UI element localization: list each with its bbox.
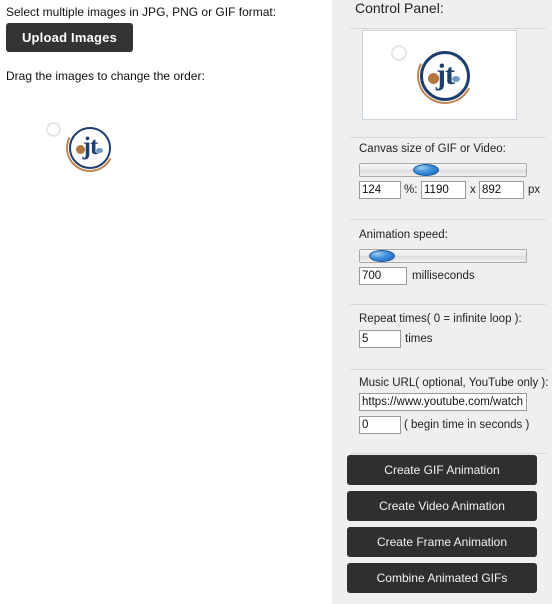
canvas-width-input[interactable] [421, 181, 466, 199]
divider-actions [350, 453, 546, 454]
divider-music [350, 369, 546, 370]
jt-logo-letters: jt [82, 133, 99, 160]
canvas-size-separator-label: x [470, 184, 476, 196]
repeat-times-input[interactable] [359, 330, 401, 348]
upload-images-button[interactable]: Upload Images [6, 23, 133, 52]
upload-instruction-text: Select multiple images in JPG, PNG or GI… [6, 5, 277, 19]
preview-image-box: jt [362, 30, 517, 120]
animation-speed-slider-thumb[interactable] [369, 250, 396, 262]
watermark-ghost-icon [46, 122, 61, 137]
gif-maker-app: Select multiple images in JPG, PNG or GI… [0, 0, 552, 604]
canvas-percent-unit-label: %: [404, 184, 418, 196]
music-url-input[interactable] [359, 393, 527, 411]
canvas-height-input[interactable] [479, 181, 524, 199]
jt-logo-preview-letters: jt [436, 58, 455, 91]
upload-pane: Select multiple images in JPG, PNG or GI… [0, 0, 322, 604]
thumbnail-sort-area[interactable]: jt [6, 96, 316, 596]
create-frame-animation-button[interactable]: Create Frame Animation [347, 527, 537, 557]
create-video-animation-button[interactable]: Create Video Animation [347, 491, 537, 521]
divider-repeat [350, 304, 546, 305]
canvas-px-unit-label: px [528, 184, 541, 196]
canvas-size-slider[interactable] [359, 163, 527, 177]
animation-speed-input[interactable] [359, 267, 407, 285]
music-begin-time-input[interactable] [359, 416, 401, 434]
divider-top [350, 28, 546, 29]
repeat-times-label: Repeat times( 0 = infinite loop ): [359, 313, 522, 325]
thumbnail-list-item[interactable]: jt [30, 110, 126, 186]
repeat-times-unit-label: times [405, 333, 433, 345]
create-gif-animation-button[interactable]: Create GIF Animation [347, 455, 537, 485]
divider-canvas [350, 137, 546, 138]
canvas-size-label: Canvas size of GIF or Video: [359, 143, 506, 155]
canvas-size-slider-thumb[interactable] [413, 164, 440, 176]
divider-speed [350, 219, 546, 220]
canvas-percent-input[interactable] [359, 181, 401, 199]
combine-animated-gifs-button[interactable]: Combine Animated GIFs [347, 563, 537, 593]
music-url-label: Music URL( optional, YouTube only ): [359, 377, 549, 389]
jt-logo-preview-icon: jt [409, 40, 481, 112]
preview-watermark-ghost-icon [391, 45, 407, 61]
music-begin-time-hint-label: ( begin time in seconds ) [404, 419, 530, 431]
drag-order-instruction-text: Drag the images to change the order: [6, 69, 205, 83]
animation-speed-slider[interactable] [359, 249, 527, 263]
jt-logo-icon: jt [59, 117, 121, 179]
control-panel-title: Control Panel: [355, 0, 444, 16]
animation-speed-label: Animation speed: [359, 229, 448, 241]
animation-speed-unit-label: milliseconds [412, 270, 475, 282]
